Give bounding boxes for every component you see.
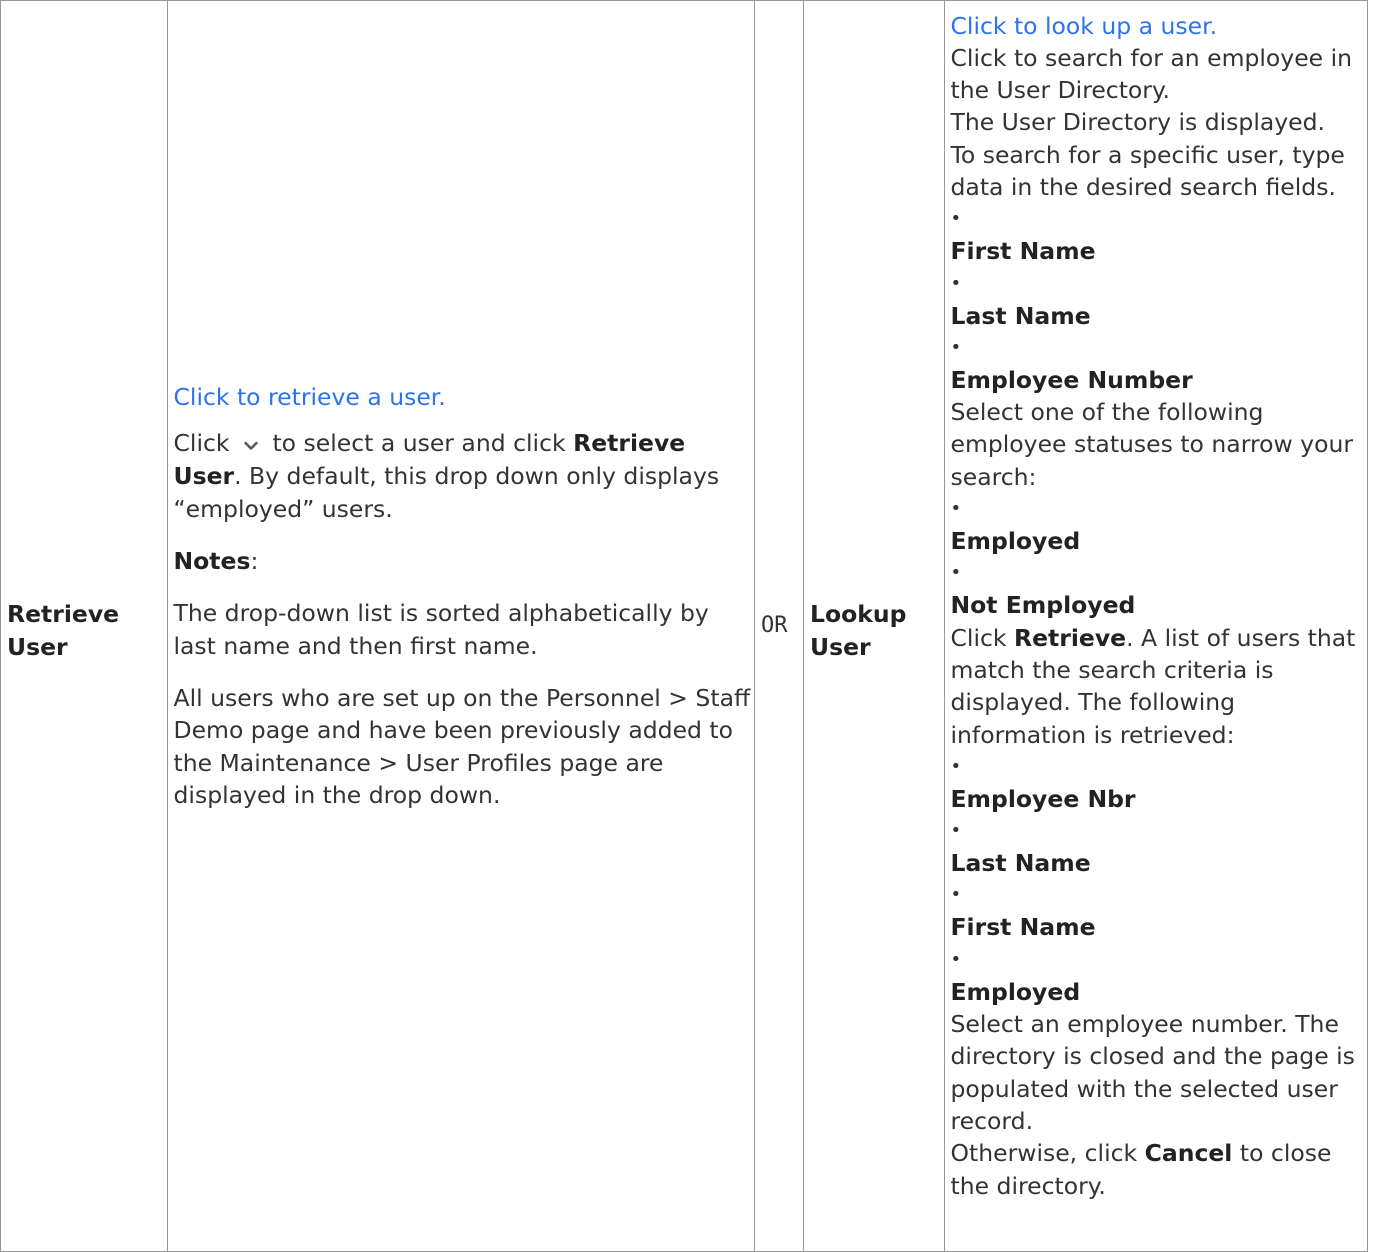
lookup-user-link[interactable]: Click to look up a user. [951,10,1363,42]
result-first-name: First Name [950,913,1096,942]
bullet: • [950,498,962,520]
notes-heading: Notes: [174,545,754,577]
note-visibility: All users who are set up on the Personne… [173,683,751,809]
search-field-first-name: First Name [950,237,1096,266]
retrieve-prefix: Click [950,623,1007,652]
search-field-last-name: Last Name [950,301,1091,330]
retrieve-user-link[interactable]: Click to retrieve a user. [174,381,754,413]
retrieve-bold: Retrieve [1013,623,1127,652]
by-default-text: . By default, this drop down only displa… [173,462,720,523]
lookup-intro: Click to search for an employee in the U… [950,43,1353,105]
bullet: • [950,208,962,230]
or-separator: OR [754,0,804,1252]
retrieve-instruction: Click Retrieve. A list of users that mat… [951,622,1363,751]
retrieve-user-description-cell: Click to retrieve a user. Click to selec… [167,0,755,1252]
table-row: Retrieve User Click to retrieve a user. … [0,0,1368,1252]
bullet: • [950,884,962,906]
bullet: • [950,755,962,777]
status-hint: Select one of the following employee sta… [950,398,1354,491]
lookup-user-heading: Lookup User [810,600,907,661]
cancel-bold: Cancel [1144,1139,1233,1168]
status-not-employed: Not Employed [950,591,1136,620]
bullet: • [950,820,962,842]
search-field-employee-number: Employee Number [950,365,1193,394]
or-label: OR [761,612,788,638]
bullet: • [950,336,962,358]
otherwise-prefix: Otherwise, click [950,1139,1138,1168]
retrieve-user-heading-cell: Retrieve User [0,0,168,1252]
search-hint: To search for a specific user, type data… [950,140,1345,201]
bullet: • [950,948,962,970]
bullet: • [950,272,962,294]
retrieve-instructions: Click to select a user and click Retriev… [174,427,754,525]
select-employee-text: Select an employee number. The directory… [950,1010,1355,1135]
click-suffix: to select a user and click [272,428,566,457]
retrieve-user-heading: Retrieve User [7,600,120,661]
retrieve-user-table: Retrieve User Click to retrieve a user. … [0,0,1368,1252]
otherwise-instruction: Otherwise, click Cancel to close the dir… [951,1137,1363,1202]
retrieve-suffix: . A list of users that match the search … [950,623,1356,749]
notes-label: Notes [173,547,251,576]
result-last-name: Last Name [950,849,1091,878]
result-employed: Employed [950,977,1081,1006]
status-employed: Employed [950,527,1081,556]
directory-displayed: The User Directory is displayed. [950,108,1326,137]
lookup-user-description-cell: Click to look up a user. Click to search… [944,0,1368,1252]
result-employee-nbr: Employee Nbr [950,784,1136,813]
bullet: • [950,562,962,584]
note-sorting: The drop-down list is sorted alphabetica… [173,599,709,660]
chevron-down-icon [237,428,265,460]
lookup-user-heading-cell: Lookup User [803,0,945,1252]
click-prefix: Click [173,428,230,457]
notes-colon: : [250,547,259,576]
lookup-user-description: Click to look up a user. Click to search… [951,10,1363,1202]
